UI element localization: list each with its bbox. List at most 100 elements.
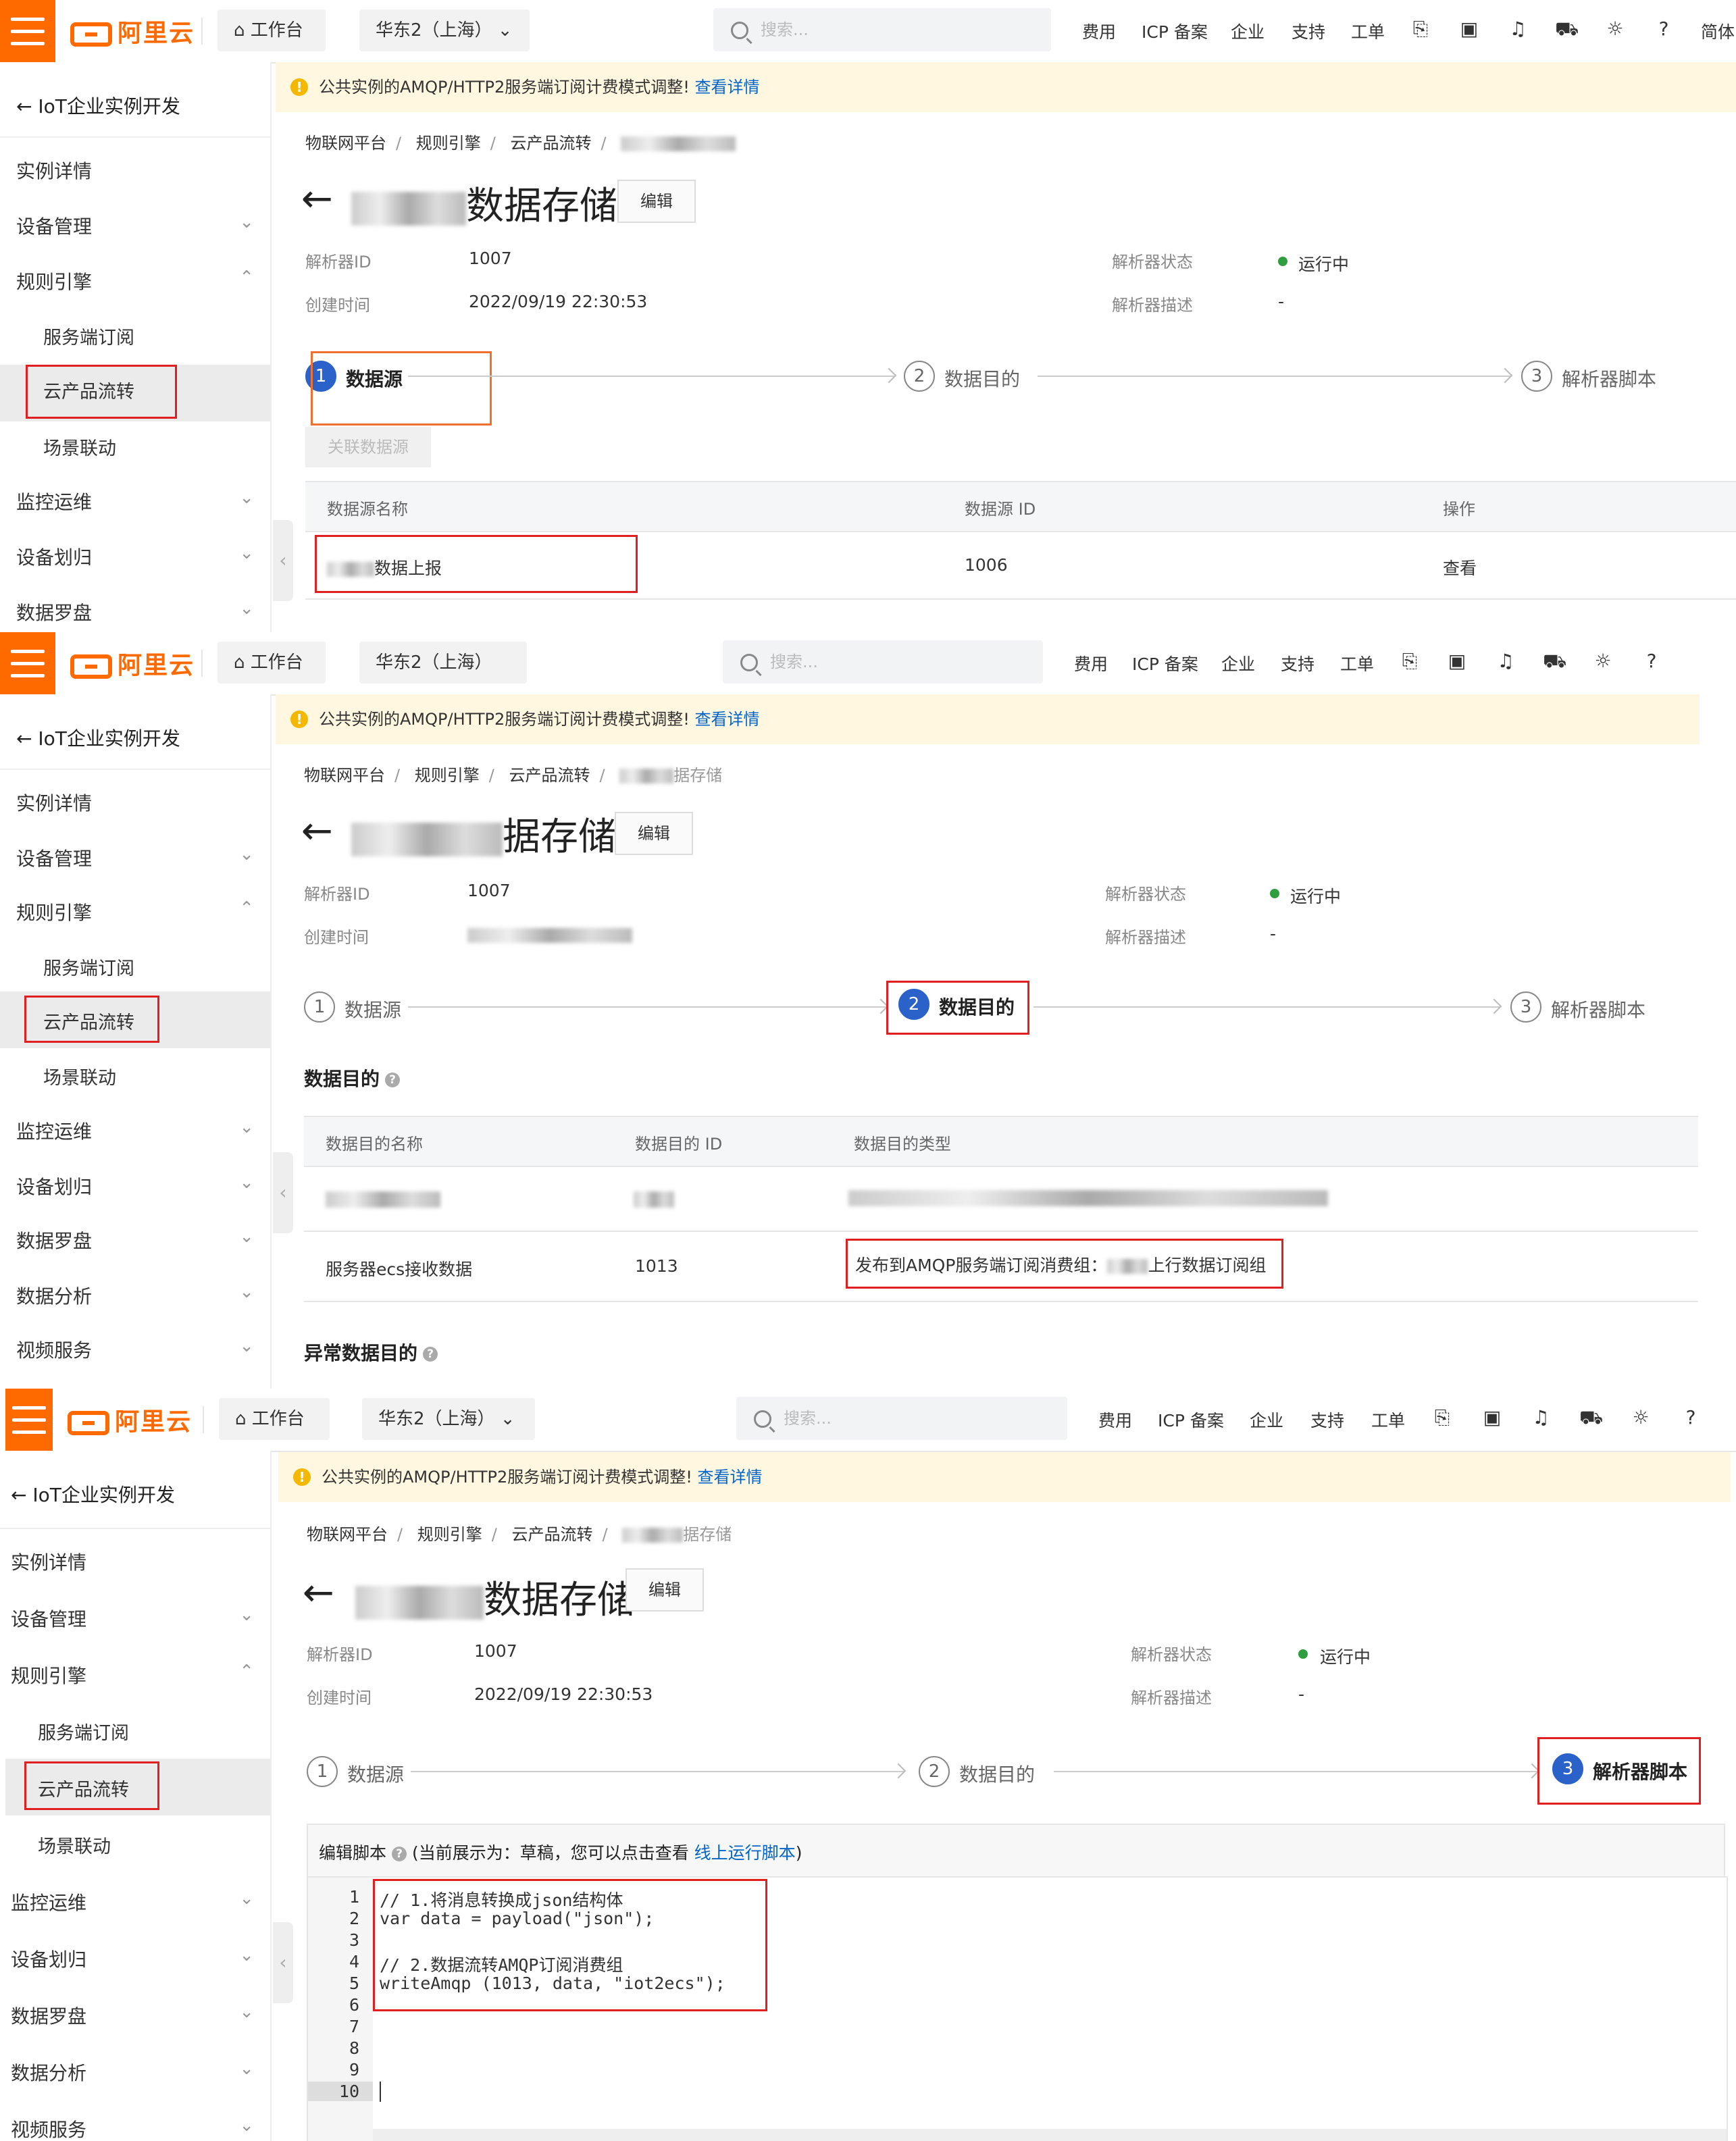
sidebar-item-video[interactable]: 视频服务 [16,1336,92,1363]
step-1-label[interactable]: 数据源 [344,996,401,1023]
view-source-link[interactable]: 查看 [1443,555,1477,579]
notice-link[interactable]: 查看详情 [695,78,760,97]
api-icon[interactable]: ⎘ [1431,1406,1454,1429]
step-3-label[interactable]: 解析器脚本 [1562,365,1656,392]
workbench-button[interactable]: ⌂ 工作台 [218,9,326,51]
terminal-icon[interactable]: ▣ [1481,1406,1504,1429]
crumb-rule[interactable]: 规则引擎 [417,1525,482,1544]
online-script-link[interactable]: 线上运行脚本 [694,1843,796,1863]
nav-ticket[interactable]: 工单 [1371,1408,1405,1432]
back-to-instance[interactable]: ← IoT企业实例开发 [16,724,180,751]
sidebar-item-scene[interactable]: 场景联动 [43,1063,116,1089]
bell-icon[interactable]: ♫ [1529,1406,1552,1429]
step-3-circle[interactable]: 3 [1521,361,1552,392]
step-2-circle[interactable]: 2 [904,361,935,392]
menu-icon[interactable] [0,632,55,694]
crumb-iot[interactable]: 物联网平台 [307,1525,388,1544]
sidebar-item-data-compass[interactable]: 数据罗盘 [11,2002,86,2029]
terminal-icon[interactable]: ▣ [1458,18,1481,41]
nav-icp[interactable]: ICP 备案 [1142,19,1208,43]
menu-icon[interactable] [0,0,55,62]
sidebar-item-device-management[interactable]: 设备管理 [16,212,254,239]
sidebar-item-device-management[interactable]: 设备管理 [11,1605,86,1632]
sidebar-item-rule-engine[interactable]: 规则引擎 [11,1661,86,1688]
region-select[interactable]: 华东2（上海） ⌄ [359,642,527,715]
nav-ticket[interactable]: 工单 [1351,19,1385,43]
sidebar-item-monitor[interactable]: 监控运维 [16,1117,92,1144]
terminal-icon[interactable]: ▣ [1446,650,1469,673]
api-icon[interactable]: ⎘ [1398,650,1421,673]
nav-icp[interactable]: ICP 备案 [1158,1408,1224,1432]
edit-button[interactable]: 编辑 [626,1568,704,1611]
aliyun-logo[interactable]: 阿里云 [68,1402,192,1437]
sidebar-item-monitor[interactable]: 监控运维 [16,488,92,515]
step-2-label[interactable]: 数据目的 [959,1760,1035,1787]
edit-button[interactable]: 编辑 [617,180,696,223]
workbench-button[interactable]: ⌂ 工作台 [219,1398,330,1440]
code-editor[interactable]: 1 2 3 4 5 6 7 8 9 10 // 1.将消息转换成json结构体 … [307,1876,1728,2141]
sidebar-item-instance-detail[interactable]: 实例详情 [11,1548,86,1575]
back-to-instance[interactable]: ← IoT企业实例开发 [11,1480,175,1507]
sidebar-item-rule-engine[interactable]: 规则引擎 [16,898,92,925]
aliyun-logo[interactable]: 阿里云 [70,646,195,681]
search-input[interactable]: 搜索... [736,1397,1067,1440]
menu-icon[interactable] [5,1389,53,1451]
search-input[interactable]: 搜索... [713,8,1051,51]
back-arrow-icon[interactable]: ← [301,177,333,221]
crumb-forward[interactable]: 云产品流转 [510,134,591,153]
sidebar-item-server-subscription[interactable]: 服务端订阅 [43,954,134,980]
nav-enterprise[interactable]: 企业 [1250,1408,1283,1432]
edit-button[interactable]: 编辑 [615,812,693,855]
crumb-iot[interactable]: 物联网平台 [304,766,385,785]
nav-enterprise[interactable]: 企业 [1231,19,1265,43]
notice-link[interactable]: 查看详情 [695,710,760,729]
aliyun-logo[interactable]: 阿里云 [70,14,195,49]
sidebar-item-data-analysis[interactable]: 数据分析 [11,2059,86,2086]
bell-icon[interactable]: ♫ [1506,18,1529,41]
nav-support[interactable]: 支持 [1292,19,1325,43]
workbench-button[interactable]: ⌂ 工作台 [218,642,326,683]
api-icon[interactable]: ⎘ [1409,18,1432,41]
sidebar-item-data-compass[interactable]: 数据罗盘 [16,1227,92,1254]
bell-icon[interactable]: ♫ [1494,650,1517,673]
sidebar-item-server-subscription[interactable]: 服务端订阅 [38,1718,129,1745]
back-arrow-icon[interactable]: ← [303,1571,334,1615]
crumb-rule[interactable]: 规则引擎 [416,134,481,153]
step-1-circle[interactable]: 1 [304,991,335,1023]
sidebar-item-device-assign[interactable]: 设备划归 [16,543,92,570]
cart-icon[interactable]: ⛟ [1555,18,1579,41]
region-select[interactable]: 华东2（上海） ⌄ [359,9,530,51]
step-3-circle[interactable]: 3 [1510,991,1541,1023]
sidebar-item-instance-detail[interactable]: 实例详情 [16,789,92,816]
crumb-forward[interactable]: 云产品流转 [509,766,590,785]
nav-support[interactable]: 支持 [1281,651,1314,675]
sidebar-item-video[interactable]: 视频服务 [11,2115,86,2141]
bulb-icon[interactable]: ☼ [1604,18,1627,41]
sidebar-item-instance-detail[interactable]: 实例详情 [16,157,92,184]
sidebar-item-device-assign[interactable]: 设备划归 [16,1172,92,1200]
language-switch[interactable]: 简体 [1701,19,1735,43]
sidebar-item-scene[interactable]: 场景联动 [43,434,116,460]
bulb-icon[interactable]: ☼ [1591,650,1614,673]
sidebar-item-rule-engine[interactable]: 规则引擎 [16,267,92,294]
nav-support[interactable]: 支持 [1310,1408,1344,1432]
bulb-icon[interactable]: ☼ [1629,1406,1652,1429]
sidebar-item-data-compass[interactable]: 数据罗盘 [16,598,92,625]
cart-icon[interactable]: ⛟ [1579,1406,1603,1429]
cart-icon[interactable]: ⛟ [1543,650,1566,673]
search-input[interactable]: 搜索... [723,640,1043,683]
sidebar-item-server-subscription[interactable]: 服务端订阅 [43,323,134,349]
help-icon[interactable]: ? [1640,650,1663,673]
sidebar-item-monitor[interactable]: 监控运维 [11,1888,86,1915]
nav-fee[interactable]: 费用 [1082,19,1116,43]
step-1-label[interactable]: 数据源 [347,1760,404,1787]
crumb-iot[interactable]: 物联网平台 [305,134,386,153]
crumb-rule[interactable]: 规则引擎 [415,766,480,785]
step-2-circle[interactable]: 2 [919,1756,950,1787]
back-arrow-icon[interactable]: ← [301,809,333,853]
nav-fee[interactable]: 费用 [1074,651,1108,675]
back-to-instance[interactable]: ← IoT企业实例开发 [16,92,180,119]
notice-link[interactable]: 查看详情 [698,1468,763,1487]
sidebar-item-device-management[interactable]: 设备管理 [16,844,92,871]
sidebar-item-data-analysis[interactable]: 数据分析 [16,1282,92,1309]
